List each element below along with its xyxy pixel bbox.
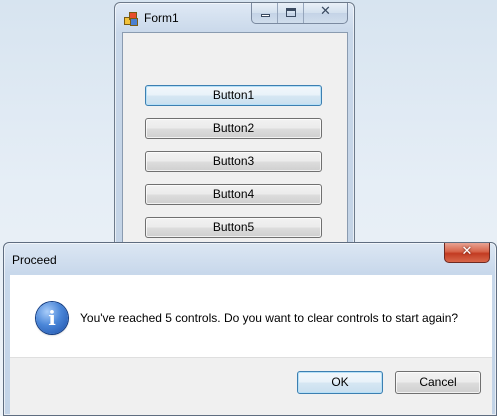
close-icon: ✕ (320, 4, 331, 19)
button5[interactable]: Button5 (145, 217, 322, 238)
dialog-title: Proceed (12, 253, 57, 267)
button1[interactable]: Button1 (145, 85, 322, 106)
maximize-button[interactable] (278, 3, 304, 23)
cancel-button[interactable]: Cancel (395, 371, 481, 394)
information-icon: i (36, 302, 68, 334)
dialog-footer: OK Cancel (10, 357, 492, 415)
form1-title: Form1 (144, 11, 179, 25)
button2[interactable]: Button2 (145, 118, 322, 139)
ok-button[interactable]: OK (297, 371, 383, 394)
dialog-content: i You've reached 5 controls. Do you want… (10, 275, 492, 357)
dialog-message: You've reached 5 controls. Do you want t… (80, 311, 459, 325)
form1-window: Form1 ✕ Button1 Button2 Button3 Button4 … (114, 2, 355, 253)
app-icon (124, 12, 138, 26)
caption-buttons: ✕ (251, 3, 348, 24)
maximize-icon (286, 8, 296, 17)
minimize-button[interactable] (252, 3, 278, 23)
close-icon: ✕ (461, 244, 473, 259)
button3[interactable]: Button3 (145, 151, 322, 172)
proceed-dialog: Proceed ✕ i You've reached 5 controls. D… (3, 242, 497, 416)
dialog-close-button[interactable]: ✕ (444, 243, 490, 263)
form1-client-area: Button1 Button2 Button3 Button4 Button5 (122, 32, 348, 253)
form1-close-button[interactable]: ✕ (304, 3, 347, 23)
minimize-icon (261, 14, 270, 17)
button4[interactable]: Button4 (145, 184, 322, 205)
